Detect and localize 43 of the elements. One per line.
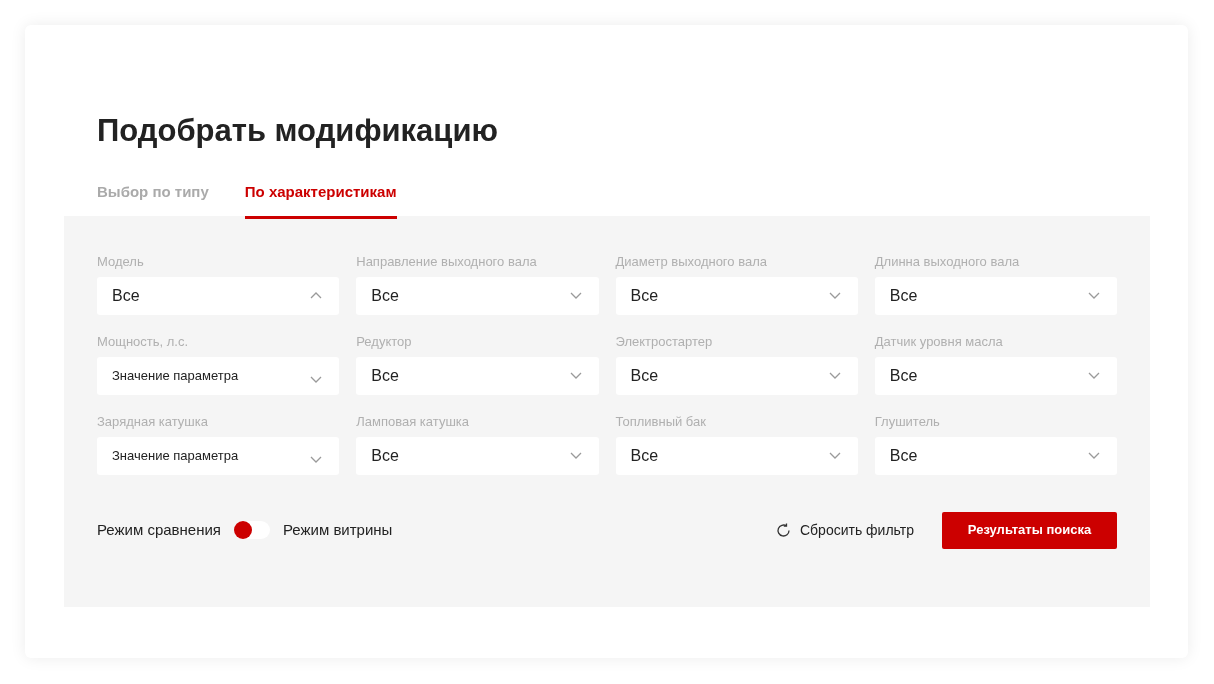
select-field[interactable]: Все [615, 276, 858, 315]
select-field[interactable]: Значение параметра [97, 356, 340, 395]
filter-label: Модель [97, 253, 145, 269]
switch-label: Режим сравнения [97, 519, 221, 540]
select-field[interactable]: Все [874, 276, 1117, 315]
chevron-down-icon [828, 372, 841, 379]
chevron-down-icon [569, 292, 582, 299]
chevron-down-icon [310, 376, 323, 383]
chevron-down-icon [1088, 452, 1100, 459]
filter-label: Электростартер [615, 333, 714, 349]
select-field[interactable]: Значение параметра [97, 436, 340, 475]
filter-label: Длинна выходного вала [874, 253, 1021, 269]
chevron-down-icon [828, 452, 841, 459]
chevron-down-icon [569, 452, 582, 459]
chevron-down-icon [569, 372, 582, 379]
chevron-down-icon [1088, 292, 1100, 299]
select-field[interactable]: Все [615, 436, 858, 475]
chevron-down-icon [828, 292, 841, 299]
page-title: Подобрать модификацию [97, 113, 499, 149]
chevron-up-icon [310, 292, 323, 299]
select-field[interactable]: Все [97, 276, 340, 315]
toggle-switch[interactable] [234, 521, 270, 539]
filter-label: Мощность, л.с. [97, 333, 190, 349]
filter-label: Направление выходного вала [356, 253, 538, 269]
switch-label: Режим витрины [283, 519, 393, 540]
filter-label: Ламповая катушка [356, 413, 470, 429]
chevron-down-icon [310, 456, 323, 463]
select-field[interactable]: Все [615, 356, 858, 395]
select-field[interactable]: Все [356, 436, 599, 475]
select-field[interactable]: Все [874, 356, 1117, 395]
select-field[interactable]: Все [874, 436, 1117, 475]
reset-filter-button[interactable]: Сбросить фильтр [774, 519, 914, 541]
chevron-down-icon [1088, 372, 1100, 379]
filter-label: Редуктор [356, 333, 413, 349]
filter-label: Зарядная катушка [97, 413, 209, 429]
filter-label: Глушитель [874, 413, 941, 429]
refresh-icon [774, 521, 792, 539]
search-results-button[interactable]: Результаты поиска [942, 511, 1117, 549]
select-field[interactable]: Все [356, 356, 599, 395]
filter-label: Датчик уровня масла [874, 333, 1004, 349]
filter-label: Диаметр выходного вала [615, 253, 768, 269]
select-field[interactable]: Все [356, 276, 599, 315]
filter-label: Топливный бак [615, 413, 707, 429]
